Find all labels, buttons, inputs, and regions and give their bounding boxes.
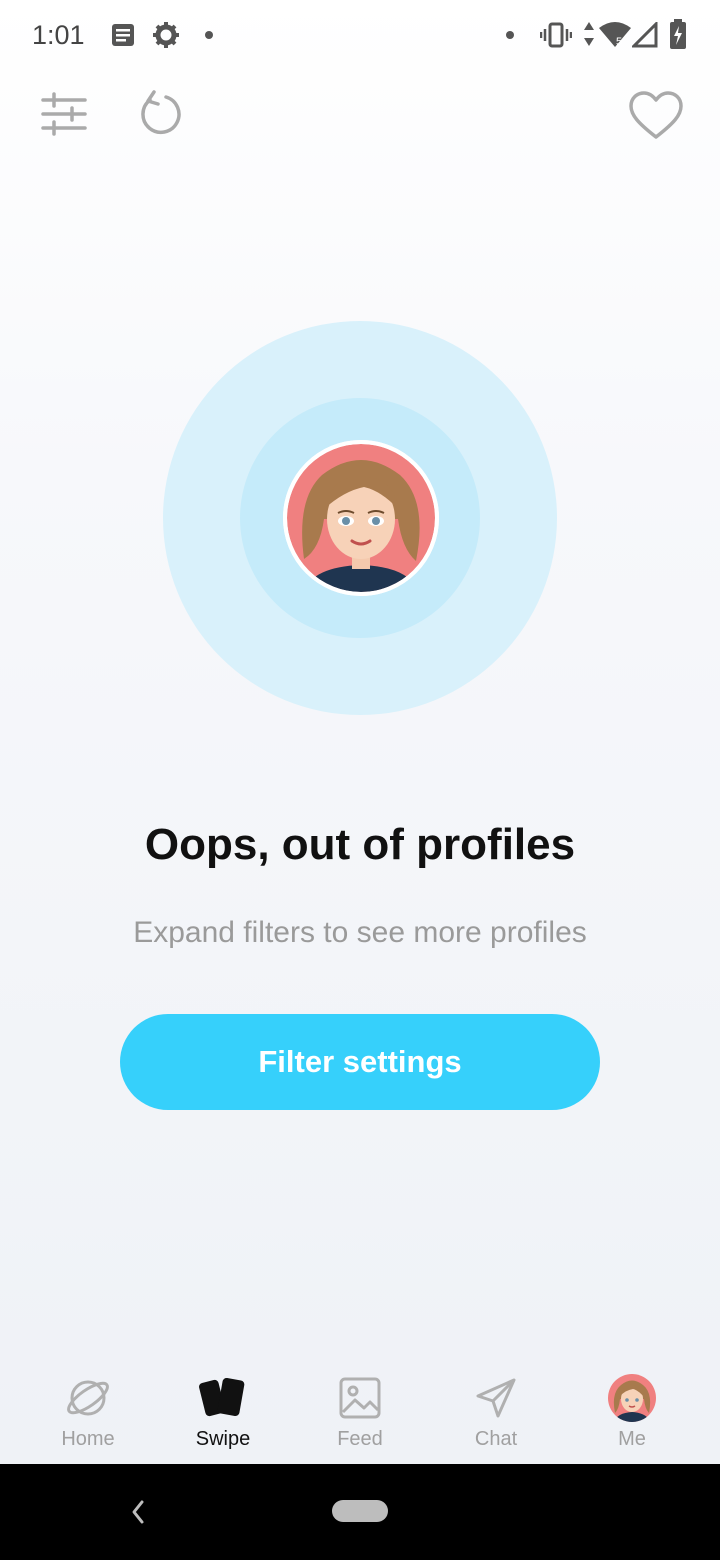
undo-icon	[141, 90, 181, 135]
empty-state-title: Oops, out of profiles	[144, 820, 576, 869]
planet-icon	[67, 1380, 109, 1416]
image-icon	[339, 1377, 381, 1419]
back-chevron-icon[interactable]	[126, 1492, 150, 1532]
nav-item-home[interactable]: Home	[28, 1366, 148, 1462]
nav-label-me: Me	[618, 1428, 646, 1450]
status-time: 1:01	[32, 20, 85, 50]
status-bar: 1:01 5	[0, 0, 720, 72]
filters-button[interactable]	[38, 90, 90, 138]
settings-gear-icon	[153, 22, 179, 48]
svg-text:5: 5	[616, 36, 622, 48]
dot-icon	[205, 31, 213, 39]
battery-charging-icon	[670, 19, 686, 49]
send-icon	[476, 1378, 516, 1418]
nav-label-chat: Chat	[474, 1428, 518, 1450]
signal-icon	[632, 22, 658, 48]
nav-label-swipe: Swipe	[195, 1428, 251, 1450]
nav-label-feed: Feed	[337, 1428, 383, 1450]
nav-item-swipe[interactable]: Swipe	[163, 1366, 283, 1462]
heart-icon	[629, 91, 683, 139]
user-avatar	[283, 440, 439, 596]
filter-settings-button[interactable]: Filter settings	[120, 1014, 600, 1110]
nav-item-me[interactable]: Me	[572, 1366, 692, 1462]
dot-icon	[506, 31, 514, 39]
wifi-icon: 5	[599, 22, 631, 48]
nav-item-feed[interactable]: Feed	[300, 1366, 420, 1462]
home-pill[interactable]	[332, 1500, 388, 1522]
nav-label-home: Home	[61, 1428, 115, 1450]
system-navigation-bar	[0, 1464, 720, 1560]
data-arrows-icon	[584, 22, 594, 46]
empty-state-subtitle: Expand filters to see more profiles	[133, 916, 587, 949]
vibrate-icon	[540, 22, 572, 48]
likes-button[interactable]	[626, 88, 686, 144]
top-action-bar	[0, 80, 720, 150]
avatar-icon	[608, 1374, 656, 1422]
bottom-navigation: Home Swipe Feed Chat Me	[0, 1366, 720, 1462]
filters-sliders-icon	[41, 92, 87, 136]
cards-icon	[199, 1377, 245, 1417]
undo-button[interactable]	[134, 88, 186, 140]
message-icon	[112, 24, 134, 46]
nav-item-chat[interactable]: Chat	[436, 1366, 556, 1462]
